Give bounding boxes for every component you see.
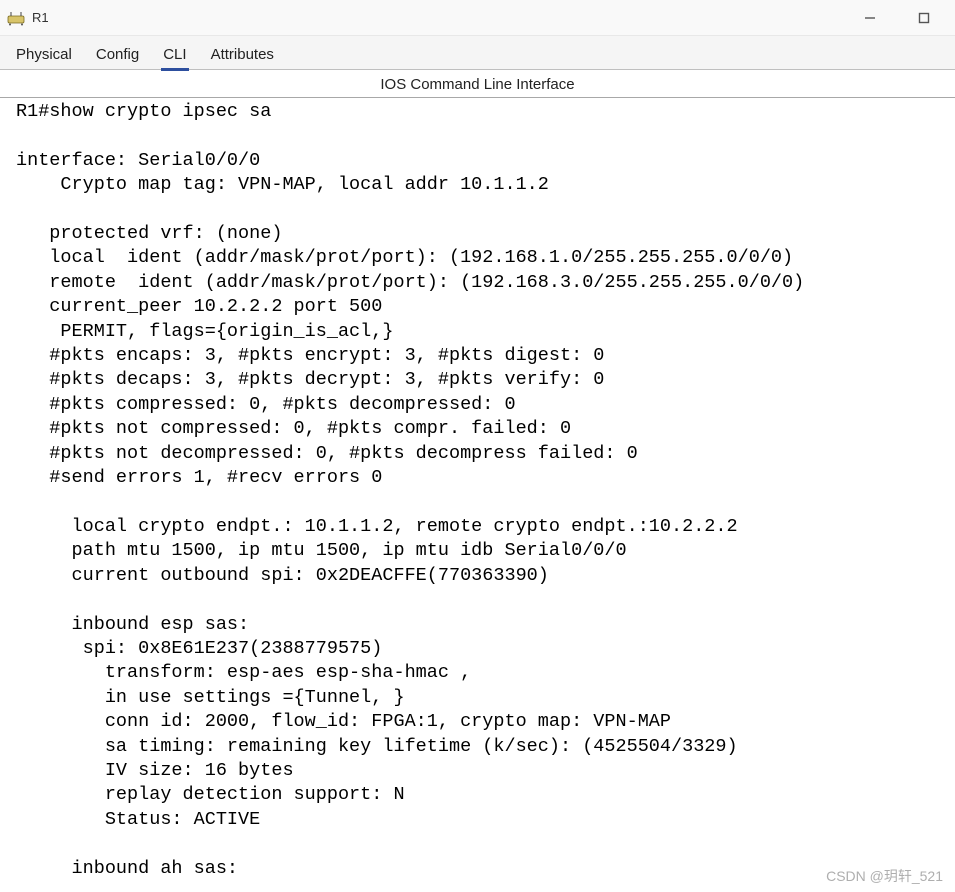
cli-subtitle: IOS Command Line Interface — [0, 70, 955, 98]
tab-config[interactable]: Config — [94, 40, 141, 69]
cli-line: in use settings ={Tunnel, } — [16, 687, 405, 708]
cli-line: #pkts decaps: 3, #pkts decrypt: 3, #pkts… — [16, 369, 604, 390]
cli-line: inbound ah sas: — [16, 858, 238, 879]
window-title: R1 — [32, 10, 49, 25]
cli-line: Crypto map tag: VPN-MAP, local addr 10.1… — [16, 174, 549, 195]
cli-line: #pkts not decompressed: 0, #pkts decompr… — [16, 443, 638, 464]
cli-line: interface: Serial0/0/0 — [16, 150, 260, 171]
cli-line: replay detection support: N — [16, 784, 405, 805]
router-icon — [6, 8, 26, 28]
cli-line: local ident (addr/mask/prot/port): (192.… — [16, 247, 793, 268]
cli-line: current_peer 10.2.2.2 port 500 — [16, 296, 382, 317]
cli-line: transform: esp-aes esp-sha-hmac , — [16, 662, 471, 683]
tab-physical[interactable]: Physical — [14, 40, 74, 69]
minimize-button[interactable] — [857, 5, 883, 31]
cli-line: #pkts not compressed: 0, #pkts compr. fa… — [16, 418, 571, 439]
cli-line: R1#show crypto ipsec sa — [16, 101, 271, 122]
cli-line: path mtu 1500, ip mtu 1500, ip mtu idb S… — [16, 540, 627, 561]
cli-line: sa timing: remaining key lifetime (k/sec… — [16, 736, 738, 757]
cli-line: local crypto endpt.: 10.1.1.2, remote cr… — [16, 516, 738, 537]
cli-line: conn id: 2000, flow_id: FPGA:1, crypto m… — [16, 711, 671, 732]
cli-line: #send errors 1, #recv errors 0 — [16, 467, 382, 488]
cli-line: protected vrf: (none) — [16, 223, 282, 244]
cli-line: current outbound spi: 0x2DEACFFE(7703633… — [16, 565, 549, 586]
cli-line: PERMIT, flags={origin_is_acl,} — [16, 321, 393, 342]
cli-output[interactable]: R1#show crypto ipsec sa interface: Seria… — [16, 98, 939, 892]
cli-line: remote ident (addr/mask/prot/port): (192… — [16, 272, 804, 293]
device-window: R1 Physical Config CLI Attributes IOS Co… — [0, 0, 955, 892]
cli-line: Status: ACTIVE — [16, 809, 260, 830]
cli-line: spi: 0x8E61E237(2388779575) — [16, 638, 382, 659]
cli-line: #pkts encaps: 3, #pkts encrypt: 3, #pkts… — [16, 345, 604, 366]
maximize-button[interactable] — [911, 5, 937, 31]
cli-line: IV size: 16 bytes — [16, 760, 294, 781]
cli-line: #pkts compressed: 0, #pkts decompressed:… — [16, 394, 516, 415]
tab-cli[interactable]: CLI — [161, 40, 188, 69]
window-controls — [857, 5, 949, 31]
terminal-area[interactable]: R1#show crypto ipsec sa interface: Seria… — [0, 98, 955, 892]
tab-attributes[interactable]: Attributes — [209, 40, 276, 69]
cli-line: inbound esp sas: — [16, 614, 249, 635]
device-tabs: Physical Config CLI Attributes — [0, 36, 955, 70]
watermark: CSDN @玥轩_521 — [826, 866, 943, 886]
titlebar: R1 — [0, 0, 955, 36]
